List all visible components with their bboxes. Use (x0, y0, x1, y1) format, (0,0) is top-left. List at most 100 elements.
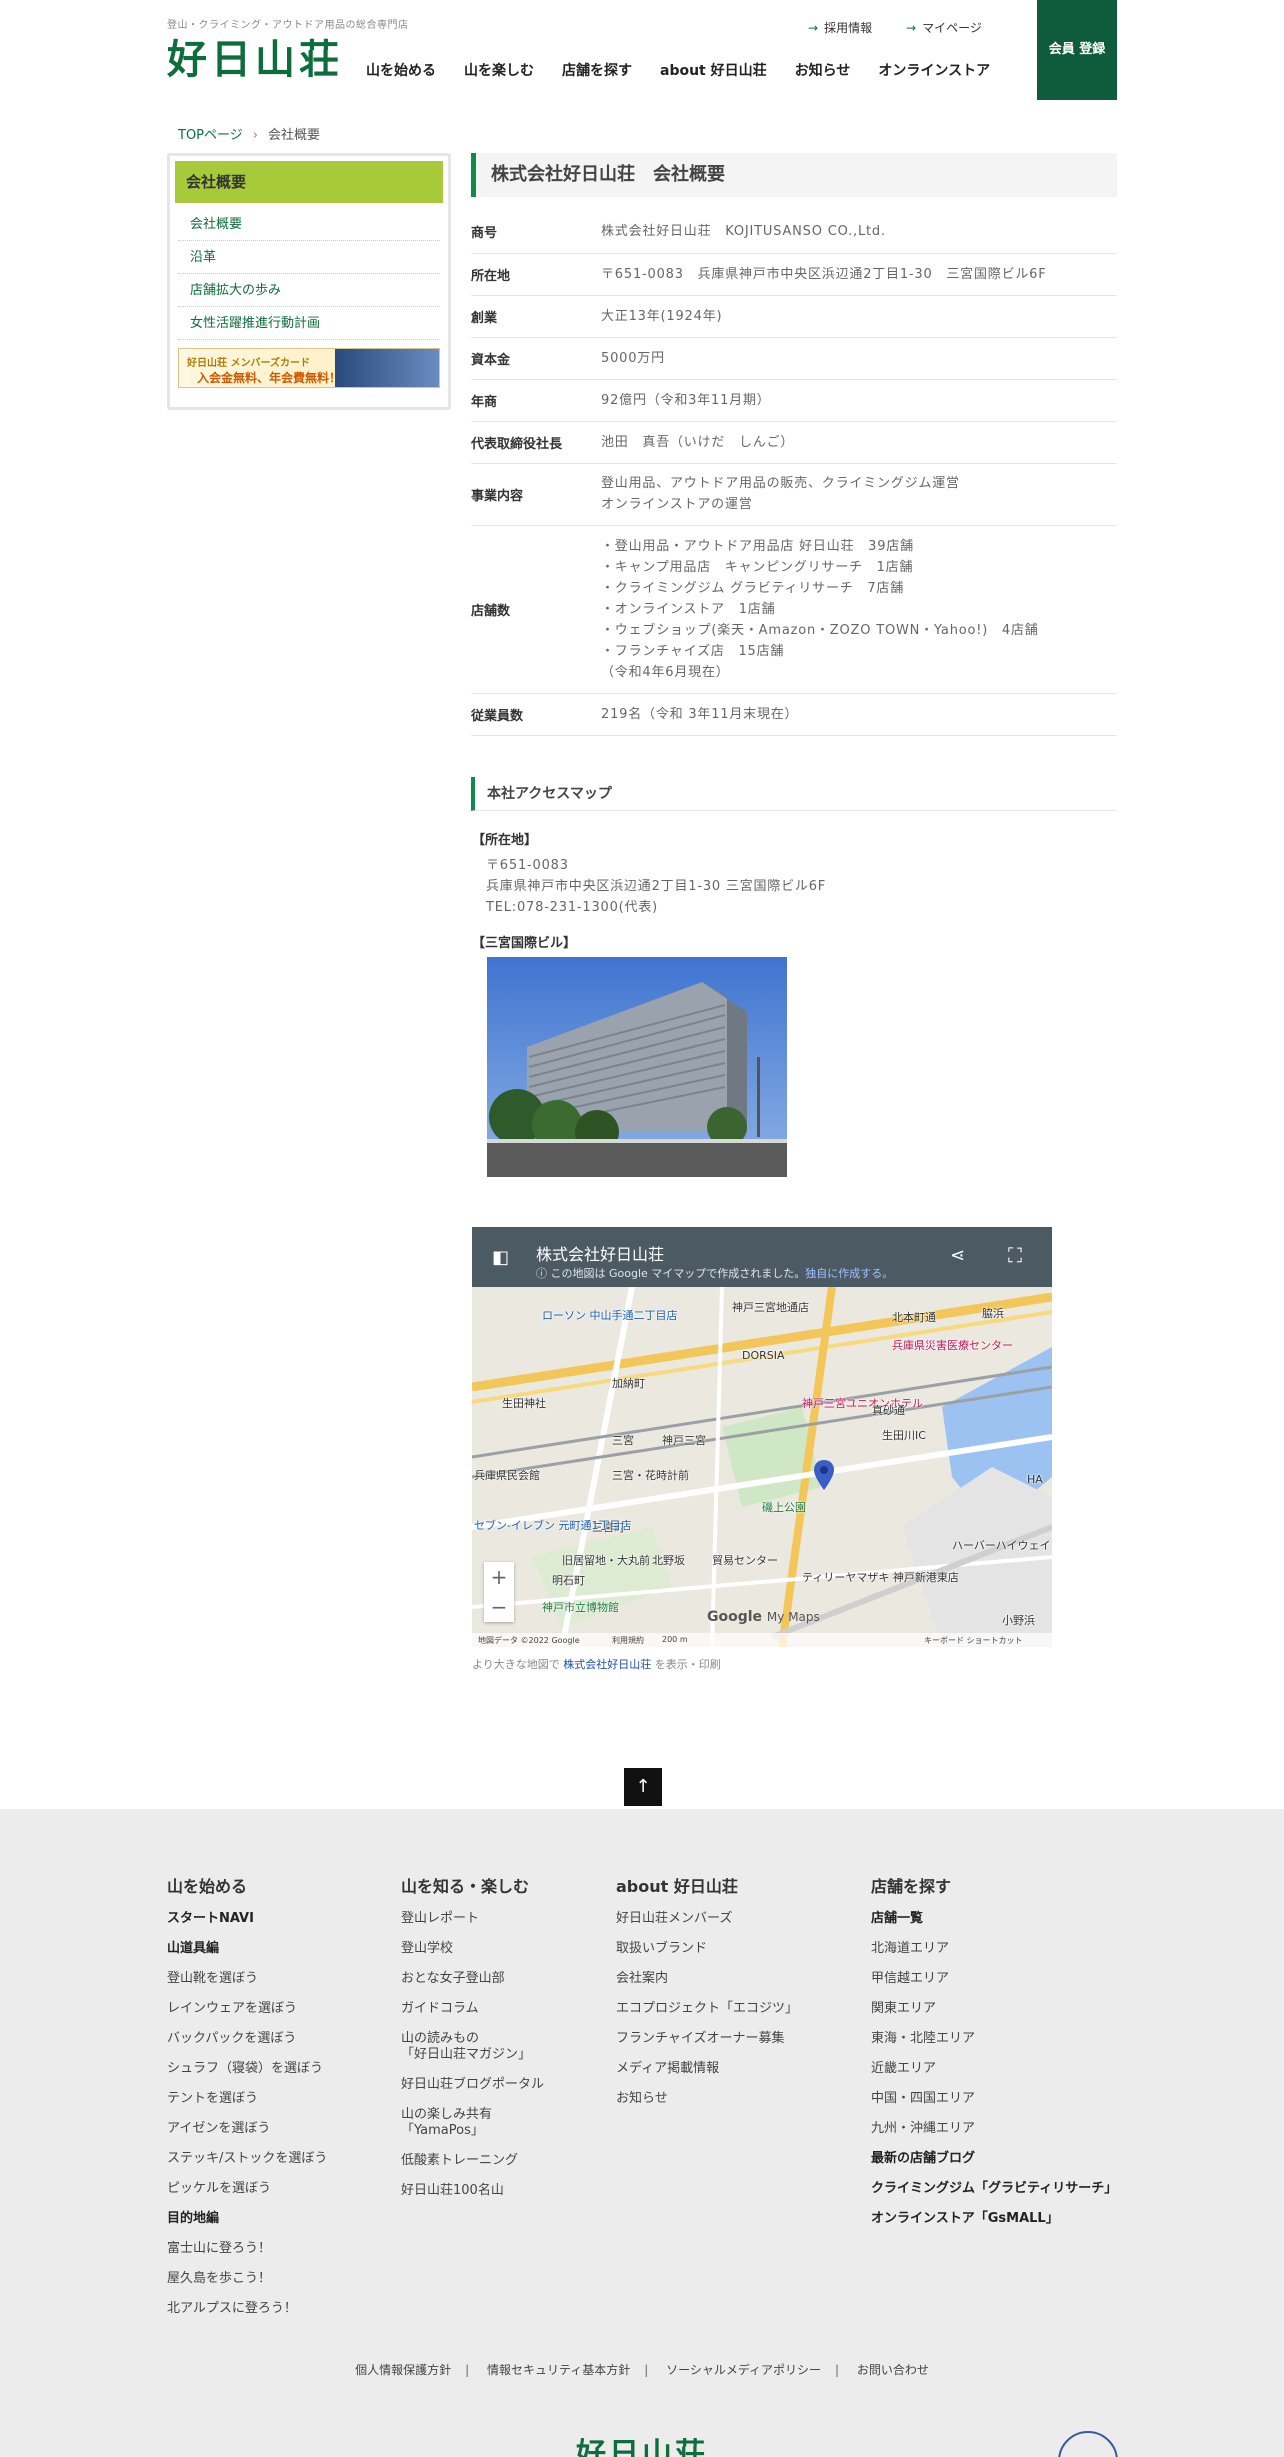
footer-link[interactable]: 取扱いブランド (616, 1941, 798, 1971)
global-nav: 山を始める 山を楽しむ 店舗を探す about 好日山荘 お知らせ オンラインス… (366, 60, 1018, 80)
terms-link[interactable]: 利用規約 (612, 1635, 644, 1646)
footer-col-enjoy: 山を知る・楽しむ 登山レポート 登山学校 おとな女子登山部 ガイドコラム 山の読みもの 「好… (401, 1873, 544, 2213)
keyboard-shortcuts[interactable]: キーボード ショートカット (924, 1635, 1023, 1646)
info-value: 大正13年(1924年) (601, 295, 1117, 337)
map-place-label: 脇浜 (982, 1307, 1004, 1320)
nav-online-store[interactable]: オンラインストア (878, 60, 990, 80)
footer-link[interactable]: 山道具編 (167, 1941, 327, 1971)
building-photo (487, 957, 787, 1177)
footer-link[interactable]: 低酸素トレーニング (401, 2153, 544, 2183)
footer-link[interactable]: 会社案内 (616, 1971, 798, 2001)
address-line: TEL:078-231-1300(代表) (486, 900, 659, 915)
footer-link[interactable]: 関東エリア (871, 2001, 1117, 2031)
footer-link[interactable]: 目的地編 (167, 2211, 327, 2241)
info-value-line: 株式会社好日山荘 KOJITUSANSO CO.,Ltd. (601, 224, 886, 240)
footer-link[interactable]: シュラフ（寝袋）を選ぼう (167, 2061, 327, 2091)
footer-col-start: 山を始める スタートNAVI 山道具編 登山靴を選ぼう レインウェアを選ぼう バックパック… (167, 1873, 327, 2331)
footer-link[interactable]: 北海道エリア (871, 1941, 1117, 1971)
info-row: 事業内容 登山用品、アウトドア用品の販売、クライミングジム運営 オンラインストアの運… (471, 463, 1117, 525)
footer-link[interactable]: お知らせ (616, 2091, 798, 2121)
footer-link[interactable]: 富士山に登ろう！ (167, 2241, 327, 2271)
site-tagline: 登山・クライミング・アウトドア用品の総合専門店 (167, 20, 409, 31)
footer-link[interactable]: 九州・沖縄エリア (871, 2121, 1117, 2151)
sidebar-item-women-plan[interactable]: 女性活躍推進行動計画 (178, 307, 440, 340)
sidebar-item-expansion[interactable]: 店舗拡大の歩み (178, 274, 440, 307)
footer-link[interactable]: ステッキ/ストックを選ぼう (167, 2151, 327, 2181)
info-row: 店舗数 ・登山用品・アウトドア用品店 好日山荘 39店舗 ・キャンプ用品店 キャンピ… (471, 525, 1117, 693)
nav-about[interactable]: about 好日山荘 (660, 60, 767, 80)
map-place-label: 兵庫県民会館 (474, 1469, 540, 1482)
breadcrumb: TOPページ › 会社概要 (178, 124, 320, 143)
nav-start[interactable]: 山を始める (366, 60, 436, 80)
footer-link[interactable]: 中国・四国エリア (871, 2091, 1117, 2121)
info-row: 従業員数 219名（令和 3年11月末現在） (471, 693, 1117, 735)
footer-link[interactable]: 登山レポート (401, 1911, 544, 1941)
map-place-label: ティリーヤマザキ 神戸新港東店 (802, 1571, 959, 1584)
security-link[interactable]: 情報セキュリティ基本方針 (487, 2363, 630, 2377)
footer-link[interactable]: フランチャイズオーナー募集 (616, 2031, 798, 2061)
footer-logo[interactable]: 好日山荘 (576, 2429, 708, 2457)
info-value-line: ・オンラインストア 1店舗 (601, 601, 776, 617)
footer-link[interactable]: ガイドコラム (401, 2001, 544, 2031)
zoom-out-icon[interactable]: − (484, 1592, 514, 1622)
create-map-link[interactable]: 独自に作成する。 (805, 1267, 893, 1280)
footer-link[interactable]: バックパックを選ぼう (167, 2031, 327, 2061)
footer-link[interactable]: ピッケルを選ぼう (167, 2181, 327, 2211)
footer-link[interactable]: 近畿エリア (871, 2061, 1117, 2091)
footer-link[interactable]: 好日山荘メンバーズ (616, 1911, 798, 1941)
footer-link[interactable]: 店舗一覧 (871, 1911, 1117, 1941)
nav-news[interactable]: お知らせ (795, 60, 851, 80)
to-top-icon[interactable]: ↑ (624, 1768, 662, 1806)
map-place-label: ハーバーハイウェイ (952, 1539, 1051, 1552)
privacy-link[interactable]: 個人情報保護方針 (355, 2363, 451, 2377)
breadcrumb-current: 会社概要 (267, 128, 320, 143)
footer-link[interactable]: 登山学校 (401, 1941, 544, 1971)
contact-link[interactable]: お問い合わせ (857, 2363, 929, 2377)
footer-link[interactable]: オンラインストア「GsMALL」 (871, 2211, 1117, 2241)
map-place-label: 明石町 (552, 1574, 585, 1587)
sidebar: 会社概要 会社概要 沿革 店舗拡大の歩み 女性活躍推進行動計画 好日山荘 メンバ… (167, 153, 451, 410)
google-map[interactable]: ◧ 株式会社好日山荘 ⓘ この地図は Google マイマップで作成されました。… (472, 1227, 1052, 1647)
map-caption-link[interactable]: 株式会社好日山荘 (563, 1658, 651, 1671)
footer-link[interactable]: おとな女子登山部 (401, 1971, 544, 2001)
info-row: 年商 92億円（令和3年11月期） (471, 379, 1117, 421)
share-icon[interactable]: ⋖ (950, 1245, 965, 1266)
members-card-banner[interactable]: 好日山荘 メンバーズカード 入会金無料、年会費無料！ (178, 348, 440, 388)
footer-link[interactable]: クライミングジム「グラビティリサーチ」 (871, 2181, 1117, 2211)
footer-link[interactable]: 東海・北陸エリア (871, 2031, 1117, 2061)
footer-link[interactable]: メディア掲載情報 (616, 2061, 798, 2091)
footer-link[interactable]: 屋久島を歩こう！ (167, 2271, 327, 2301)
info-label: 所在地 (471, 268, 511, 284)
breadcrumb-home[interactable]: TOPページ (178, 128, 243, 143)
footer-link[interactable]: アイゼンを選ぼう (167, 2121, 327, 2151)
info-label: 年商 (471, 394, 498, 410)
footer-link[interactable]: 好日山荘ブログポータル (401, 2077, 544, 2107)
footer-link[interactable]: エコプロジェクト「エコジツ」 (616, 2001, 798, 2031)
footer-link[interactable]: 登山靴を選ぼう (167, 1971, 327, 2001)
map-pin-icon[interactable] (814, 1460, 834, 1490)
footer-link[interactable]: テントを選ぼう (167, 2091, 327, 2121)
footer-link[interactable]: レインウェアを選ぼう (167, 2001, 327, 2031)
footer-link[interactable]: スタートNAVI (167, 1911, 327, 1941)
site-logo[interactable]: 好日山荘 (167, 36, 343, 84)
footer-link[interactable]: 最新の店舗ブログ (871, 2151, 1117, 2181)
social-policy-link[interactable]: ソーシャルメディアポリシー (666, 2363, 821, 2377)
footer: 山を始める スタートNAVI 山道具編 登山靴を選ぼう レインウェアを選ぼう バックパック… (0, 1809, 1284, 2457)
fullscreen-icon[interactable]: ⛶ (1008, 1243, 1022, 1267)
recruit-link[interactable]: → 採用情報 (808, 19, 872, 36)
sidebar-item-history[interactable]: 沿革 (178, 241, 440, 274)
footer-link[interactable]: 甲信越エリア (871, 1971, 1117, 2001)
mypage-link[interactable]: → マイページ (906, 19, 982, 36)
info-value-line: 大正13年(1924年) (601, 308, 723, 324)
footer-link[interactable]: 山の読みもの 「好日山荘マガジン」 (401, 2031, 544, 2077)
arrow-right-icon: → (808, 21, 819, 35)
nav-stores[interactable]: 店舗を探す (562, 60, 632, 80)
layers-icon[interactable]: ◧ (492, 1247, 509, 1268)
footer-link[interactable]: 北アルプスに登ろう！ (167, 2301, 327, 2331)
nav-enjoy[interactable]: 山を楽しむ (464, 60, 534, 80)
footer-link[interactable]: 好日山荘100名山 (401, 2183, 544, 2213)
register-button[interactable]: 会員 登録 (1037, 0, 1117, 100)
footer-link[interactable]: 山の楽しみ共有 「YamaPos」 (401, 2107, 544, 2153)
sidebar-item-company[interactable]: 会社概要 (178, 208, 440, 241)
zoom-in-icon[interactable]: + (484, 1562, 514, 1592)
